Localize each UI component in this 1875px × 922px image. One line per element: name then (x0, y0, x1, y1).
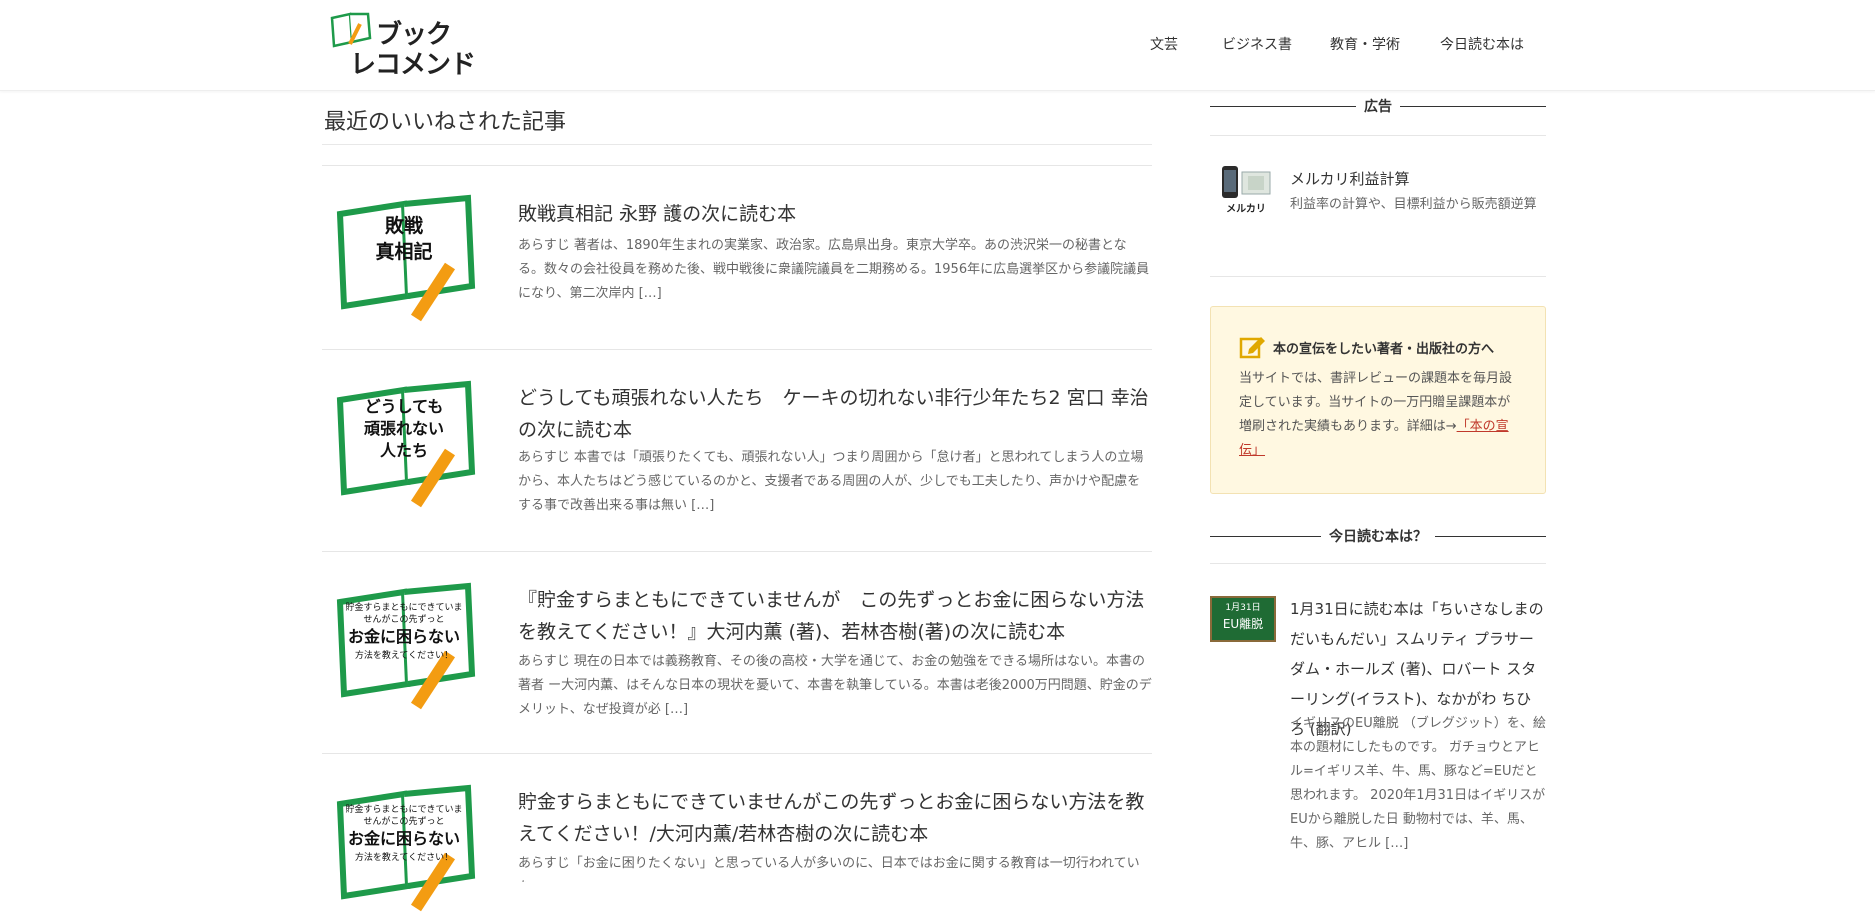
thumb-text: 方法を教えてください！ (355, 649, 453, 661)
title-underline (322, 144, 1152, 145)
nav-item-business[interactable]: ビジネス書 (1222, 34, 1292, 54)
nav-item-literature[interactable]: 文芸 (1150, 34, 1178, 54)
thumb-text: 方法を教えてください！ (355, 851, 453, 863)
thumb-text: 頑張れない (363, 419, 444, 438)
ad-text: 利益率の計算や、目標利益から販売額逆算 (1290, 197, 1537, 212)
article-title[interactable]: 貯金すらまともにできていませんがこの先ずっとお金に困らない方法を教えてください！… (518, 786, 1152, 850)
mercari-icon-label: メルカリ (1226, 203, 1266, 215)
article-excerpt: あらすじ 本書では「頑張りたくても、頑張れない人」つまり周囲から「怠け者」と思わ… (518, 450, 1144, 513)
sidebar-heading-label: 広告 (1356, 99, 1400, 115)
article-excerpt: あらすじ 著者は、1890年生まれの実業家、政治家。広島県出身。東京大学卒。あの… (518, 238, 1150, 301)
article-title[interactable]: 敗戦真相記 永野 護の次に読む本 (518, 198, 1152, 230)
promo-title: 本の宣伝をしたい著者・出版社の方へ (1273, 342, 1495, 357)
thumb-text: どうしても (365, 397, 444, 416)
nav-item-today[interactable]: 今日読む本は (1440, 34, 1524, 54)
article-title[interactable]: 『貯金すらまともにできていませんが この先ずっとお金に困らない方法を教えてくださ… (518, 584, 1152, 648)
thumb-text: 人たち (380, 441, 428, 460)
sidebar-heading-ad: 広告 (1210, 96, 1546, 116)
thumb-text: せんがこの先ずっと (363, 815, 444, 827)
ad-title-link[interactable]: メルカリ利益計算 (1290, 168, 1410, 189)
sidebar-heading-today: 今日読む本は？ (1210, 526, 1546, 546)
page-title: 最近のいいねされた記事 (324, 110, 567, 135)
list-item[interactable]: 貯金すらまともにできていま せんがこの先ずっと お金に困らない 方法を教えてくだ… (322, 782, 1152, 912)
book-thumbnail-icon[interactable]: 敗戦 真相記 (332, 192, 482, 332)
article-title[interactable]: どうしても頑張れない人たち ケーキの切れない非行少年たち2 宮口 幸治の次に読む… (518, 382, 1152, 446)
site-header: ブック レコメンド 文芸 ビジネス書 教育・学術 今日読む本は (0, 0, 1875, 91)
today-badge-icon[interactable]: 1月31日 EU離脱 (1210, 596, 1276, 642)
article-excerpt: あらすじ 現在の日本では義務教育、その後の高校・大学を通じて、お金の勉強をできる… (518, 654, 1152, 717)
today-badge-date: 1月31日 (1225, 602, 1260, 613)
promo-text: 当サイトでは、書評レビューの課題本を毎月設定しています。当サイトの一万円贈呈課題… (1239, 367, 1519, 463)
list-item[interactable]: 貯金すらまともにできていま せんがこの先ずっと お金に困らない 方法を教えてくだ… (322, 580, 1152, 750)
edit-icon (1239, 337, 1265, 359)
today-badge-label: EU離脱 (1223, 616, 1263, 631)
main-nav: 文芸 ビジネス書 教育・学術 今日読む本は (1150, 34, 1550, 58)
sidebar-heading-label: 今日読む本は？ (1321, 529, 1435, 545)
book-thumbnail-icon[interactable]: どうしても 頑張れない 人たち (332, 378, 482, 518)
nav-item-education[interactable]: 教育・学術 (1330, 34, 1400, 54)
today-book-text: イギリスのEU離脱 （ブレグジット）を、絵本の題材にしたものです。 ガチョウとア… (1290, 716, 1546, 851)
thumb-text: 真相記 (375, 240, 432, 263)
divider (1210, 135, 1546, 136)
list-item[interactable]: 敗戦 真相記 敗戦真相記 永野 護の次に読む本 あらすじ 著者は、1890年生ま… (322, 192, 1152, 352)
site-logo[interactable]: ブック レコメンド (330, 12, 480, 80)
thumb-text: せんがこの先ずっと (363, 613, 444, 625)
logo-text-line2: レコメンド (350, 50, 476, 80)
thumb-text: お金に困らない (348, 627, 460, 646)
divider (322, 753, 1152, 754)
divider (322, 165, 1152, 166)
book-thumbnail-icon[interactable]: 貯金すらまともにできていま せんがこの先ずっと お金に困らない 方法を教えてくだ… (332, 782, 482, 922)
thumb-text: 貯金すらまともにできていま (345, 803, 462, 815)
thumb-text: 敗戦 (385, 214, 423, 237)
list-item[interactable]: どうしても 頑張れない 人たち どうしても頑張れない人たち ケーキの切れない非行… (322, 378, 1152, 548)
divider (1210, 276, 1546, 277)
thumb-text: 貯金すらまともにできていま (345, 601, 462, 613)
book-thumbnail-icon[interactable]: 貯金すらまともにできていま せんがこの先ずっと お金に困らない 方法を教えてくだ… (332, 580, 482, 720)
thumb-text: お金に困らない (348, 829, 460, 848)
divider (322, 551, 1152, 552)
promo-box: 本の宣伝をしたい著者・出版社の方へ 当サイトでは、書評レビューの課題本を毎月設定… (1210, 306, 1546, 494)
mercari-icon[interactable]: メルカリ (1218, 164, 1274, 216)
divider (322, 349, 1152, 350)
article-excerpt: あらすじ「お金に困りたくない」と思っている人が多いのに、日本ではお金に関する教育… (518, 856, 1140, 882)
divider (1210, 563, 1546, 564)
